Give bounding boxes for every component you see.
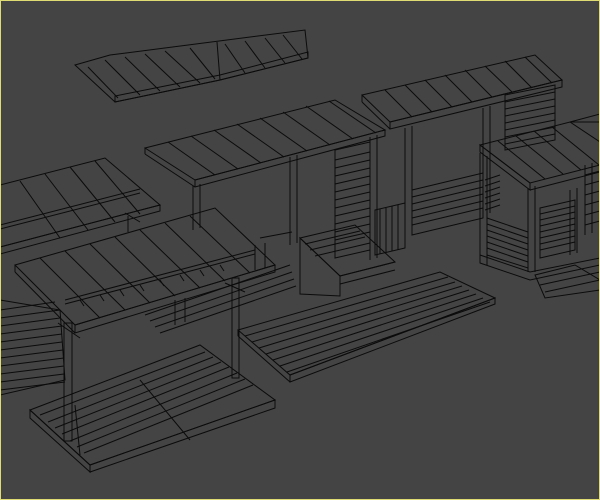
- 3d-viewport[interactable]: [0, 0, 600, 500]
- wireframe-scene[interactable]: [0, 0, 600, 500]
